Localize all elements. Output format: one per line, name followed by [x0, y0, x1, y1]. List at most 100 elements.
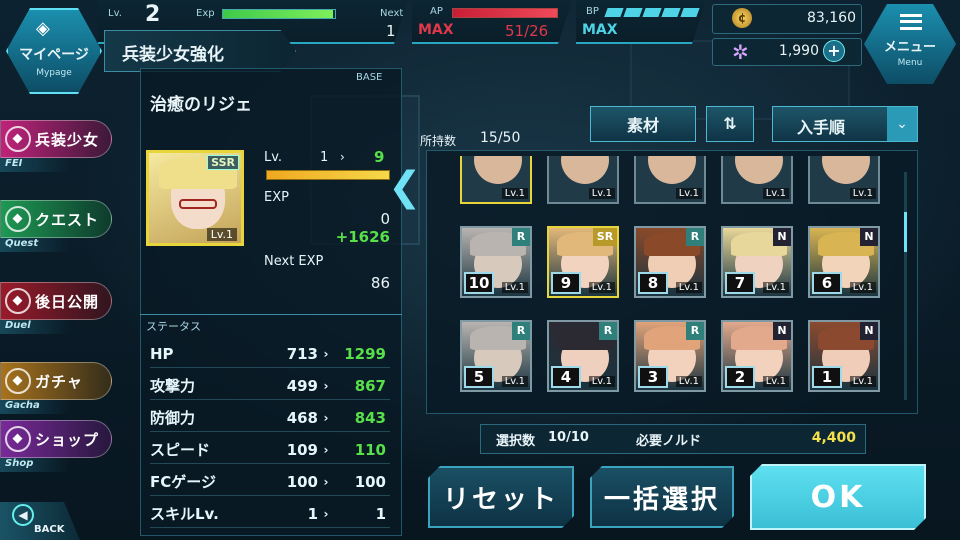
nav-icon: ◆ [5, 206, 31, 232]
status-row: 攻撃力 499 › 867 [150, 372, 390, 400]
rarity-badge: R [599, 322, 617, 340]
inventory-card[interactable]: N 1 Lv.1 [808, 320, 880, 392]
bp-segment [642, 8, 662, 17]
inventory-card[interactable]: R 10 Lv.1 [460, 226, 532, 298]
inventory-card[interactable]: R 4 Lv.1 [547, 320, 619, 392]
inventory-card-partial[interactable]: Lv.1 [634, 156, 706, 204]
arrow-icon: › [323, 506, 329, 521]
ap-bar [452, 8, 558, 18]
status-row: FCゲージ 100 › 100 [150, 468, 390, 496]
status-label: 防御力 [150, 409, 196, 427]
rarity-badge: N [773, 228, 791, 246]
inventory-card[interactable]: SR 9 Lv.1 [547, 226, 619, 298]
card-portrait [735, 156, 783, 184]
lv-current: 1 [320, 150, 329, 165]
card-level: Lv.1 [588, 188, 615, 199]
nav-icon: ◆ [5, 126, 31, 152]
add-gems-button[interactable]: + [823, 40, 845, 62]
exp-label-char: EXP [264, 190, 289, 205]
status-next: 1 [375, 504, 386, 523]
nav-icon: ◆ [5, 288, 31, 314]
inventory-count-label: 所持数 [420, 134, 457, 148]
sidenav-item-2[interactable]: ◆ クエスト [0, 200, 112, 238]
inventory-card[interactable]: R 3 Lv.1 [634, 320, 706, 392]
bulk-select-button[interactable]: 一括選択 [590, 466, 734, 528]
sidenav-item-4[interactable]: ◆ ガチャ [0, 362, 112, 400]
sidenav-item-3[interactable]: ◆ 後日公開 [0, 282, 112, 320]
base-character-card[interactable]: SSR Lv.1 [146, 150, 244, 246]
sort-toggle-icon: ⇅ [723, 114, 737, 133]
inventory-card-partial[interactable]: Lv.1 [460, 156, 532, 204]
status-next: 110 [354, 440, 386, 459]
arrow-icon: › [323, 410, 329, 425]
next-value: 1 [386, 22, 396, 40]
ok-button[interactable]: OK [750, 464, 926, 530]
next-exp-label: Next EXP [264, 254, 324, 269]
sidenav-item-sub: Gacha [0, 400, 70, 414]
card-level: Lv.1 [501, 376, 528, 387]
back-arrow-icon: ◀ [12, 504, 34, 526]
card-level: Lv.1 [588, 282, 615, 293]
card-portrait [561, 156, 609, 184]
chevron-down-icon: ⌄ [887, 107, 917, 141]
scrollbar-thumb[interactable] [904, 212, 907, 252]
status-row: HP 713 › 1299 [150, 340, 390, 368]
reset-button[interactable]: リセット [428, 466, 574, 528]
sidenav-item-1[interactable]: ◆ 兵装少女 [0, 120, 112, 158]
rarity-badge: R [512, 228, 530, 246]
inventory-card-partial[interactable]: Lv.1 [547, 156, 619, 204]
inventory-card[interactable]: N 6 Lv.1 [808, 226, 880, 298]
status-row: 防御力 468 › 843 [150, 404, 390, 432]
game-screen: Lv. 2 Exp Next 1 AP MAX 51/26 BP MAX ¢ 8… [0, 0, 960, 540]
status-next: 867 [354, 376, 386, 395]
mypage-icon: ◈ [36, 18, 50, 39]
card-level: Lv.1 [849, 188, 876, 199]
collapse-arrow-icon[interactable]: ❮ [388, 164, 422, 210]
sidenav-item-label: ショップ [35, 430, 100, 449]
card-level: Lv.1 [501, 282, 528, 293]
arrow-icon: › [323, 378, 329, 393]
inventory-card-partial[interactable]: Lv.1 [808, 156, 880, 204]
inventory-card[interactable]: N 2 Lv.1 [721, 320, 793, 392]
scrollbar-track[interactable] [904, 172, 907, 400]
selection-order: 6 [812, 272, 842, 294]
card-level: Lv.1 [501, 188, 528, 199]
inventory-card[interactable]: R 8 Lv.1 [634, 226, 706, 298]
status-current: 468 [286, 408, 318, 427]
card-portrait [822, 156, 870, 184]
nav-icon: ◆ [5, 426, 31, 452]
gold-amount: 83,160 [807, 10, 856, 26]
sidenav-item-label: ガチャ [35, 372, 83, 391]
filter-button[interactable]: 素材 [590, 106, 696, 142]
lv-next: 9 [374, 148, 385, 166]
sidenav-item-5[interactable]: ◆ ショップ [0, 420, 112, 458]
next-exp-value: 86 [370, 274, 390, 292]
status-row: スキルLv. 1 › 1 [150, 500, 390, 528]
inventory-card[interactable]: R 5 Lv.1 [460, 320, 532, 392]
screen-title: 兵装少女強化 [122, 45, 224, 65]
rarity-badge: SSR [207, 155, 239, 170]
ap-label: AP [430, 6, 443, 17]
ap-bar-fill [453, 9, 557, 17]
cost-label: 必要ノルド [636, 434, 702, 449]
arrow-icon: › [323, 474, 329, 489]
card-level: Lv.1 [588, 376, 615, 387]
divider [140, 314, 402, 315]
status-next: 100 [354, 472, 386, 491]
inventory-card-partial[interactable]: Lv.1 [721, 156, 793, 204]
status-next: 843 [354, 408, 386, 427]
sort-dropdown[interactable]: 入手順 ⌄ [772, 106, 918, 142]
menu-sub: Menu [897, 58, 923, 68]
exp-gain: +1626 [335, 228, 390, 246]
status-label: FCゲージ [150, 473, 216, 491]
card-level: Lv.1 [762, 282, 789, 293]
sidenav-item-sub: Shop [0, 458, 70, 472]
level-label: Lv. [108, 8, 122, 19]
menu-label: メニュー [883, 40, 936, 55]
sort-order-button[interactable]: ⇅ [706, 106, 754, 142]
status-current: 109 [286, 440, 318, 459]
rarity-badge: SR [593, 228, 617, 246]
lv-label: Lv. [264, 150, 283, 165]
inventory-card[interactable]: N 7 Lv.1 [721, 226, 793, 298]
status-label: HP [150, 344, 174, 363]
